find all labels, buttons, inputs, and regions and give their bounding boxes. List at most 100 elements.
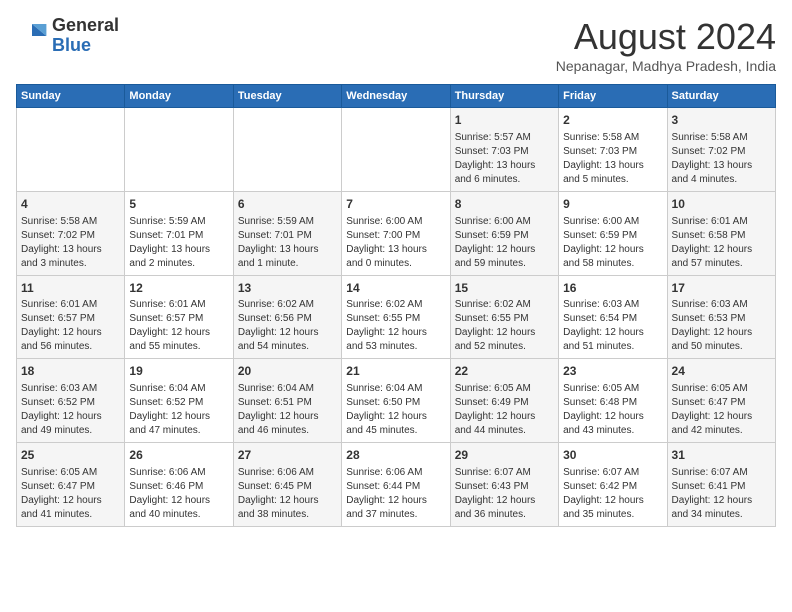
day-number: 4 — [21, 196, 120, 213]
calendar-week-2: 4Sunrise: 5:58 AM Sunset: 7:02 PM Daylig… — [17, 191, 776, 275]
calendar-cell: 25 Sunrise: 6:05 AM Sunset: 6:47 PM Dayli… — [17, 443, 125, 527]
day-number: 5 — [129, 196, 228, 213]
day-number: 3 — [672, 112, 771, 129]
calendar-cell: 29 Sunrise: 6:07 AM Sunset: 6:43 PM Dayli… — [450, 443, 558, 527]
day-info: Sunrise: 6:07 AM Sunset: 6:41 PM Dayligh… — [672, 467, 753, 520]
day-number: 10 — [672, 196, 771, 213]
calendar-cell: 2 Sunrise: 5:58 AM Sunset: 7:03 PM Daylig… — [559, 108, 667, 192]
calendar-cell: 5 Sunrise: 5:59 AM Sunset: 7:01 PM Daylig… — [125, 191, 233, 275]
day-info: Sunrise: 6:00 AM Sunset: 7:00 PM Dayligh… — [346, 216, 427, 269]
day-info: Sunrise: 6:03 AM Sunset: 6:54 PM Dayligh… — [563, 299, 644, 352]
calendar-cell — [125, 108, 233, 192]
day-info: Sunrise: 6:05 AM Sunset: 6:47 PM Dayligh… — [21, 467, 102, 520]
calendar-cell: 12Sunrise: 6:01 AM Sunset: 6:57 PM Dayli… — [125, 275, 233, 359]
calendar-header-row: SundayMondayTuesdayWednesdayThursdayFrid… — [17, 85, 776, 108]
calendar-cell: 18Sunrise: 6:03 AM Sunset: 6:52 PM Dayli… — [17, 359, 125, 443]
calendar-cell — [342, 108, 450, 192]
day-number: 29 — [455, 447, 554, 464]
calendar-cell: 31Sunrise: 6:07 AM Sunset: 6:41 PM Dayli… — [667, 443, 775, 527]
day-number: 9 — [563, 196, 662, 213]
title-area: August 2024 Nepanagar, Madhya Pradesh, I… — [556, 16, 776, 74]
calendar-cell: 6Sunrise: 5:59 AM Sunset: 7:01 PM Daylig… — [233, 191, 341, 275]
day-number: 24 — [672, 363, 771, 380]
day-number: 21 — [346, 363, 445, 380]
day-number: 30 — [563, 447, 662, 464]
day-info: Sunrise: 6:07 AM Sunset: 6:43 PM Dayligh… — [455, 467, 536, 520]
day-info: Sunrise: 6:02 AM Sunset: 6:55 PM Dayligh… — [455, 299, 536, 352]
calendar-cell: 26Sunrise: 6:06 AM Sunset: 6:46 PM Dayli… — [125, 443, 233, 527]
page-header: General Blue August 2024 Nepanagar, Madh… — [16, 16, 776, 74]
day-info: Sunrise: 6:05 AM Sunset: 6:49 PM Dayligh… — [455, 383, 536, 436]
day-info: Sunrise: 6:06 AM Sunset: 6:44 PM Dayligh… — [346, 467, 427, 520]
calendar-cell: 9 Sunrise: 6:00 AM Sunset: 6:59 PM Daylig… — [559, 191, 667, 275]
calendar-table: SundayMondayTuesdayWednesdayThursdayFrid… — [16, 84, 776, 527]
day-number: 20 — [238, 363, 337, 380]
calendar-cell: 16 Sunrise: 6:03 AM Sunset: 6:54 PM Dayli… — [559, 275, 667, 359]
calendar-cell: 17 Sunrise: 6:03 AM Sunset: 6:53 PM Dayli… — [667, 275, 775, 359]
calendar-cell: 30 Sunrise: 6:07 AM Sunset: 6:42 PM Dayli… — [559, 443, 667, 527]
calendar-cell: 8 Sunrise: 6:00 AM Sunset: 6:59 PM Daylig… — [450, 191, 558, 275]
day-number: 25 — [21, 447, 120, 464]
day-number: 16 — [563, 280, 662, 297]
day-info: Sunrise: 6:01 AM Sunset: 6:57 PM Dayligh… — [21, 299, 102, 352]
day-number: 1 — [455, 112, 554, 129]
logo-blue-text: Blue — [52, 36, 119, 56]
calendar-cell: 20 Sunrise: 6:04 AM Sunset: 6:51 PM Dayli… — [233, 359, 341, 443]
day-info: Sunrise: 6:00 AM Sunset: 6:59 PM Dayligh… — [455, 216, 536, 269]
calendar-cell: 13Sunrise: 6:02 AM Sunset: 6:56 PM Dayli… — [233, 275, 341, 359]
day-info: Sunrise: 6:07 AM Sunset: 6:42 PM Dayligh… — [563, 467, 644, 520]
calendar-cell: 4Sunrise: 5:58 AM Sunset: 7:02 PM Daylig… — [17, 191, 125, 275]
day-info: Sunrise: 6:03 AM Sunset: 6:53 PM Dayligh… — [672, 299, 753, 352]
day-info: Sunrise: 6:04 AM Sunset: 6:50 PM Dayligh… — [346, 383, 427, 436]
calendar-week-1: 1 Sunrise: 5:57 AM Sunset: 7:03 PM Daylig… — [17, 108, 776, 192]
day-number: 26 — [129, 447, 228, 464]
day-info: Sunrise: 6:05 AM Sunset: 6:47 PM Dayligh… — [672, 383, 753, 436]
calendar-cell: 28 Sunrise: 6:06 AM Sunset: 6:44 PM Dayli… — [342, 443, 450, 527]
header-friday: Friday — [559, 85, 667, 108]
header-thursday: Thursday — [450, 85, 558, 108]
calendar-cell: 22 Sunrise: 6:05 AM Sunset: 6:49 PM Dayli… — [450, 359, 558, 443]
day-info: Sunrise: 6:05 AM Sunset: 6:48 PM Dayligh… — [563, 383, 644, 436]
day-number: 19 — [129, 363, 228, 380]
day-number: 23 — [563, 363, 662, 380]
day-number: 8 — [455, 196, 554, 213]
calendar-cell: 14 Sunrise: 6:02 AM Sunset: 6:55 PM Dayli… — [342, 275, 450, 359]
day-number: 27 — [238, 447, 337, 464]
day-number: 2 — [563, 112, 662, 129]
day-info: Sunrise: 6:04 AM Sunset: 6:51 PM Dayligh… — [238, 383, 319, 436]
day-info: Sunrise: 6:02 AM Sunset: 6:55 PM Dayligh… — [346, 299, 427, 352]
calendar-cell: 3 Sunrise: 5:58 AM Sunset: 7:02 PM Daylig… — [667, 108, 775, 192]
month-title: August 2024 — [556, 16, 776, 58]
day-number: 12 — [129, 280, 228, 297]
calendar-cell: 19 Sunrise: 6:04 AM Sunset: 6:52 PM Dayli… — [125, 359, 233, 443]
location-subtitle: Nepanagar, Madhya Pradesh, India — [556, 58, 776, 74]
day-info: Sunrise: 5:59 AM Sunset: 7:01 PM Dayligh… — [129, 216, 210, 269]
calendar-cell: 27 Sunrise: 6:06 AM Sunset: 6:45 PM Dayli… — [233, 443, 341, 527]
calendar-week-5: 25 Sunrise: 6:05 AM Sunset: 6:47 PM Dayli… — [17, 443, 776, 527]
header-monday: Monday — [125, 85, 233, 108]
calendar-cell: 21 Sunrise: 6:04 AM Sunset: 6:50 PM Dayli… — [342, 359, 450, 443]
day-info: Sunrise: 6:00 AM Sunset: 6:59 PM Dayligh… — [563, 216, 644, 269]
day-number: 17 — [672, 280, 771, 297]
day-info: Sunrise: 5:57 AM Sunset: 7:03 PM Dayligh… — [455, 132, 536, 185]
day-number: 11 — [21, 280, 120, 297]
calendar-cell: 23 Sunrise: 6:05 AM Sunset: 6:48 PM Dayli… — [559, 359, 667, 443]
day-info: Sunrise: 6:02 AM Sunset: 6:56 PM Dayligh… — [238, 299, 319, 352]
day-number: 28 — [346, 447, 445, 464]
calendar-week-4: 18Sunrise: 6:03 AM Sunset: 6:52 PM Dayli… — [17, 359, 776, 443]
day-info: Sunrise: 5:58 AM Sunset: 7:02 PM Dayligh… — [672, 132, 753, 185]
day-info: Sunrise: 6:04 AM Sunset: 6:52 PM Dayligh… — [129, 383, 210, 436]
day-number: 7 — [346, 196, 445, 213]
header-sunday: Sunday — [17, 85, 125, 108]
day-number: 18 — [21, 363, 120, 380]
day-info: Sunrise: 6:01 AM Sunset: 6:58 PM Dayligh… — [672, 216, 753, 269]
day-info: Sunrise: 6:06 AM Sunset: 6:45 PM Dayligh… — [238, 467, 319, 520]
logo-general-text: General — [52, 16, 119, 36]
calendar-week-3: 11 Sunrise: 6:01 AM Sunset: 6:57 PM Dayli… — [17, 275, 776, 359]
day-info: Sunrise: 5:58 AM Sunset: 7:03 PM Dayligh… — [563, 132, 644, 185]
day-info: Sunrise: 5:59 AM Sunset: 7:01 PM Dayligh… — [238, 216, 319, 269]
day-number: 22 — [455, 363, 554, 380]
calendar-cell: 24 Sunrise: 6:05 AM Sunset: 6:47 PM Dayli… — [667, 359, 775, 443]
day-number: 14 — [346, 280, 445, 297]
calendar-cell — [17, 108, 125, 192]
